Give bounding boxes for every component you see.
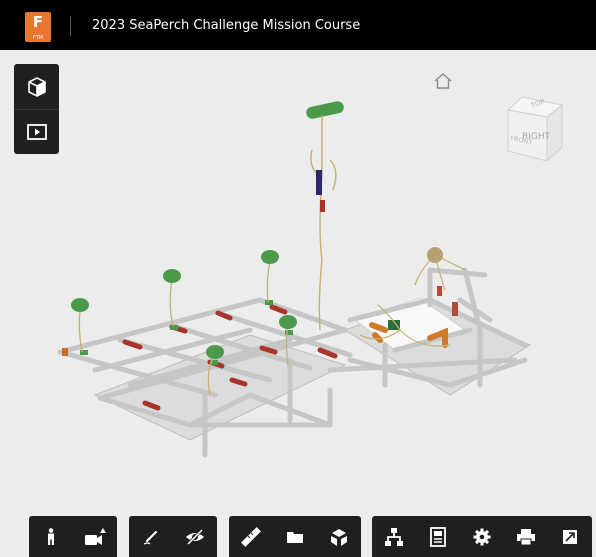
markup-button[interactable] [129,516,173,557]
hide-button[interactable] [173,516,217,557]
fullscreen-button[interactable] [548,516,592,557]
logo-subtext: FTM [32,35,44,41]
toolbar-markup [129,516,217,557]
explode-model-icon [331,528,347,546]
logo-letter: F [32,13,44,31]
hide-eye-icon [186,528,204,545]
viewcube-right-label: RIGHT [522,132,551,142]
app-header: F FTM 2023 SeaPerch Challenge Mission Co… [0,0,596,50]
ruler-measure-icon [241,526,261,547]
settings-gear-icon [473,528,491,545]
explode-button[interactable] [317,516,361,557]
red-plate [452,302,458,316]
toolbar-settings [372,516,592,557]
model-browser-button[interactable] [372,516,416,557]
properties-button[interactable] [416,516,460,557]
fusion-logo[interactable]: F FTM [25,12,51,42]
model-browser-icon [385,527,403,546]
first-person-button[interactable] [29,516,73,557]
view-cube[interactable]: TOP FRONT RIGHT [492,95,564,167]
folder-icon [287,531,303,543]
hanging-weight [316,170,322,195]
model-cube-icon [27,76,46,97]
print-button[interactable] [504,516,548,557]
camera-icon [85,527,106,545]
section-button[interactable] [273,516,317,557]
measure-button[interactable] [229,516,273,557]
header-divider [70,16,71,36]
red-plate [437,286,442,296]
presentation-play-icon [26,123,47,140]
hanging-marker [320,200,325,212]
hub-device [427,247,443,263]
model-cube-button[interactable] [14,64,59,110]
print-icon [517,528,535,545]
left-tool-panel [14,64,59,154]
toolbar-tools [229,516,361,557]
presentation-button[interactable] [14,109,59,154]
home-icon[interactable] [434,73,452,89]
hanging-rope [310,115,337,331]
fullscreen-icon [563,529,577,544]
document-title: 2023 SeaPerch Challenge Mission Course [92,18,361,33]
person-walk-icon [48,527,54,545]
settings-button[interactable] [460,516,504,557]
markup-pen-icon [143,530,158,545]
toolbar-navigation [29,516,117,557]
top-green-tube [306,101,344,119]
properties-icon [430,526,446,547]
camera-button[interactable] [73,516,117,557]
